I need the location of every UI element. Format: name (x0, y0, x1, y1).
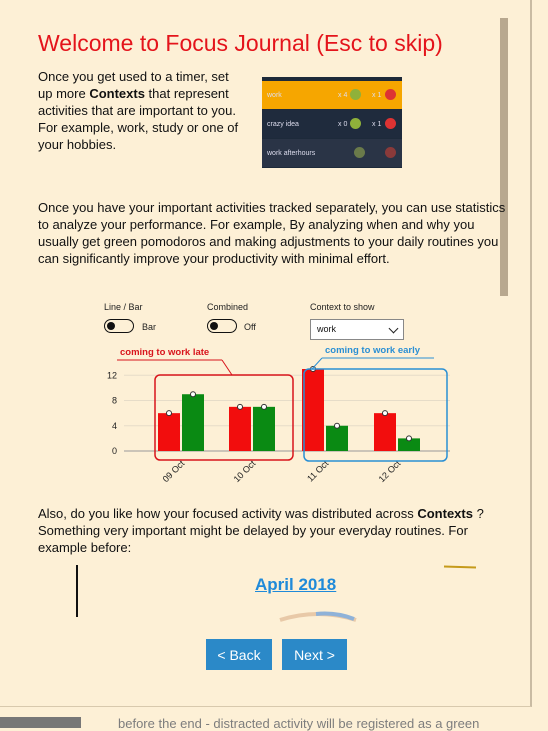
bar-marker (382, 410, 388, 417)
background-text: before the end - distracted activity wil… (118, 716, 480, 731)
bar-green (253, 406, 275, 451)
pomodoro-bar-chart: 0 4 8 12 09 Oct 10 Oct 11 Oct 12 Oct (107, 357, 450, 484)
x-tick-label: 11 Oct (305, 458, 331, 484)
y-tick-label: 0 (112, 446, 117, 456)
bar-red (302, 369, 324, 451)
x-tick-label: 09 Oct (161, 458, 187, 484)
x-tick-label: 12 Oct (377, 458, 403, 484)
dist-bold: Contexts (417, 506, 473, 521)
taskbar-fragment (0, 717, 81, 728)
bar-green (326, 425, 348, 451)
bar-marker (406, 435, 412, 442)
back-button[interactable]: < Back (206, 639, 272, 670)
decor-line (76, 565, 78, 617)
y-tick-label: 8 (112, 396, 117, 406)
bar-marker (334, 422, 340, 429)
bar-marker (166, 410, 172, 417)
early-connector (311, 357, 323, 370)
bar-red (158, 413, 180, 451)
bar-marker (190, 391, 196, 398)
welcome-dialog: Welcome to Focus Journal (Esc to skip) O… (0, 0, 532, 707)
bar-marker (261, 403, 267, 410)
pie-preview-arc (279, 611, 357, 622)
x-tick-label: 10 Oct (232, 458, 258, 484)
bar-green (182, 394, 204, 451)
bar-red (374, 413, 396, 451)
next-button[interactable]: Next > (282, 639, 347, 670)
y-tick-label: 4 (112, 421, 117, 431)
decor-line (443, 565, 477, 569)
dist-text-1: Also, do you like how your focused activ… (38, 506, 418, 521)
y-tick-label: 12 (107, 370, 117, 380)
distribution-paragraph: Also, do you like how your focused activ… (38, 505, 518, 556)
bar-red (229, 406, 251, 451)
late-connector (221, 359, 233, 376)
month-label[interactable]: April 2018 (255, 575, 336, 595)
bar-marker (237, 403, 243, 410)
